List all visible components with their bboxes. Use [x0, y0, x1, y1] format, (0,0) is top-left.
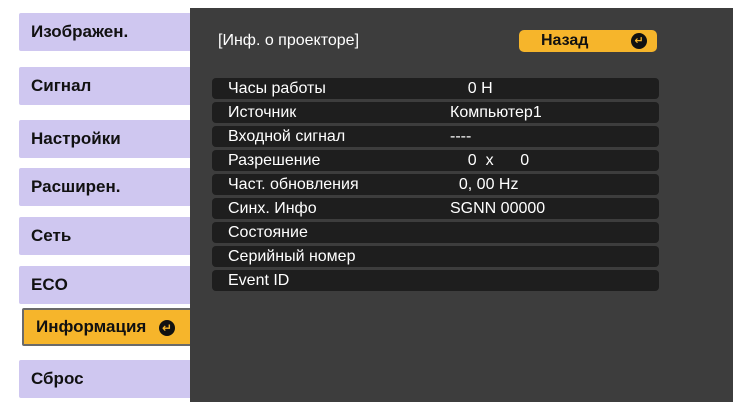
- panel-title: [Инф. о проекторе]: [218, 32, 360, 49]
- menu-item-label: ECO: [31, 275, 68, 294]
- info-row-resolution: Разрешение 0 x 0: [212, 150, 659, 171]
- info-label: Част. обновления: [228, 176, 359, 193]
- info-label: Входной сигнал: [228, 128, 346, 145]
- menu-item-settings[interactable]: Настройки: [19, 120, 199, 158]
- info-row-refresh-rate: Част. обновления 0, 00 Hz: [212, 174, 659, 195]
- info-row-input-signal: Входной сигнал ----: [212, 126, 659, 147]
- info-label: Разрешение: [228, 152, 321, 169]
- menu-item-label: Расширен.: [31, 177, 121, 196]
- info-value: 0 x 0: [450, 152, 530, 169]
- menu-item-label: Сеть: [31, 226, 72, 245]
- menu-item-signal[interactable]: Сигнал: [19, 67, 199, 105]
- menu-item-extended[interactable]: Расширен.: [19, 168, 199, 206]
- menu-item-image[interactable]: Изображен.: [19, 13, 199, 51]
- info-row-operating-hours: Часы работы 0 H: [212, 78, 659, 99]
- info-value: 0, 00 Hz: [450, 176, 519, 193]
- info-label: Серийный номер: [228, 248, 356, 265]
- info-value: ----: [450, 128, 472, 145]
- menu-item-information[interactable]: Информация ↵: [22, 308, 202, 346]
- info-row-serial-number: Серийный номер: [212, 246, 659, 267]
- menu-item-label: Изображен.: [31, 22, 129, 41]
- enter-icon: ↵: [159, 319, 176, 336]
- info-label: Источник: [228, 104, 297, 121]
- menu-item-label: Сброс: [31, 369, 84, 388]
- info-label: Состояние: [228, 224, 308, 241]
- info-panel: [Инф. о проекторе] Назад ↵ Часы работы 0…: [190, 8, 733, 402]
- back-button[interactable]: Назад ↵: [519, 30, 657, 52]
- projector-menu-screen: Изображен. Сигнал Настройки Расширен. Се…: [14, 8, 733, 402]
- info-row-source: Источник Компьютер1: [212, 102, 659, 123]
- info-value: Компьютер1: [450, 104, 542, 121]
- main-menu: Изображен. Сигнал Настройки Расширен. Се…: [14, 8, 202, 402]
- info-label: Часы работы: [228, 80, 326, 97]
- info-label: Синх. Инфо: [228, 200, 317, 217]
- enter-icon: ↵: [631, 33, 647, 49]
- info-label: Event ID: [228, 272, 290, 289]
- menu-item-network[interactable]: Сеть: [19, 217, 199, 255]
- info-row-sync-info: Синх. Инфо SGNN 00000: [212, 198, 659, 219]
- info-value: SGNN 00000: [450, 200, 546, 217]
- menu-item-label: Настройки: [31, 129, 121, 148]
- info-row-event-id: Event ID: [212, 270, 659, 291]
- info-value: 0 H: [450, 80, 493, 97]
- info-row-status: Состояние: [212, 222, 659, 243]
- back-button-label: Назад: [541, 32, 589, 49]
- menu-item-label: Сигнал: [31, 76, 92, 95]
- menu-item-eco[interactable]: ECO: [19, 266, 199, 304]
- menu-item-label: Информация: [36, 317, 147, 336]
- menu-item-reset[interactable]: Сброс: [19, 360, 199, 398]
